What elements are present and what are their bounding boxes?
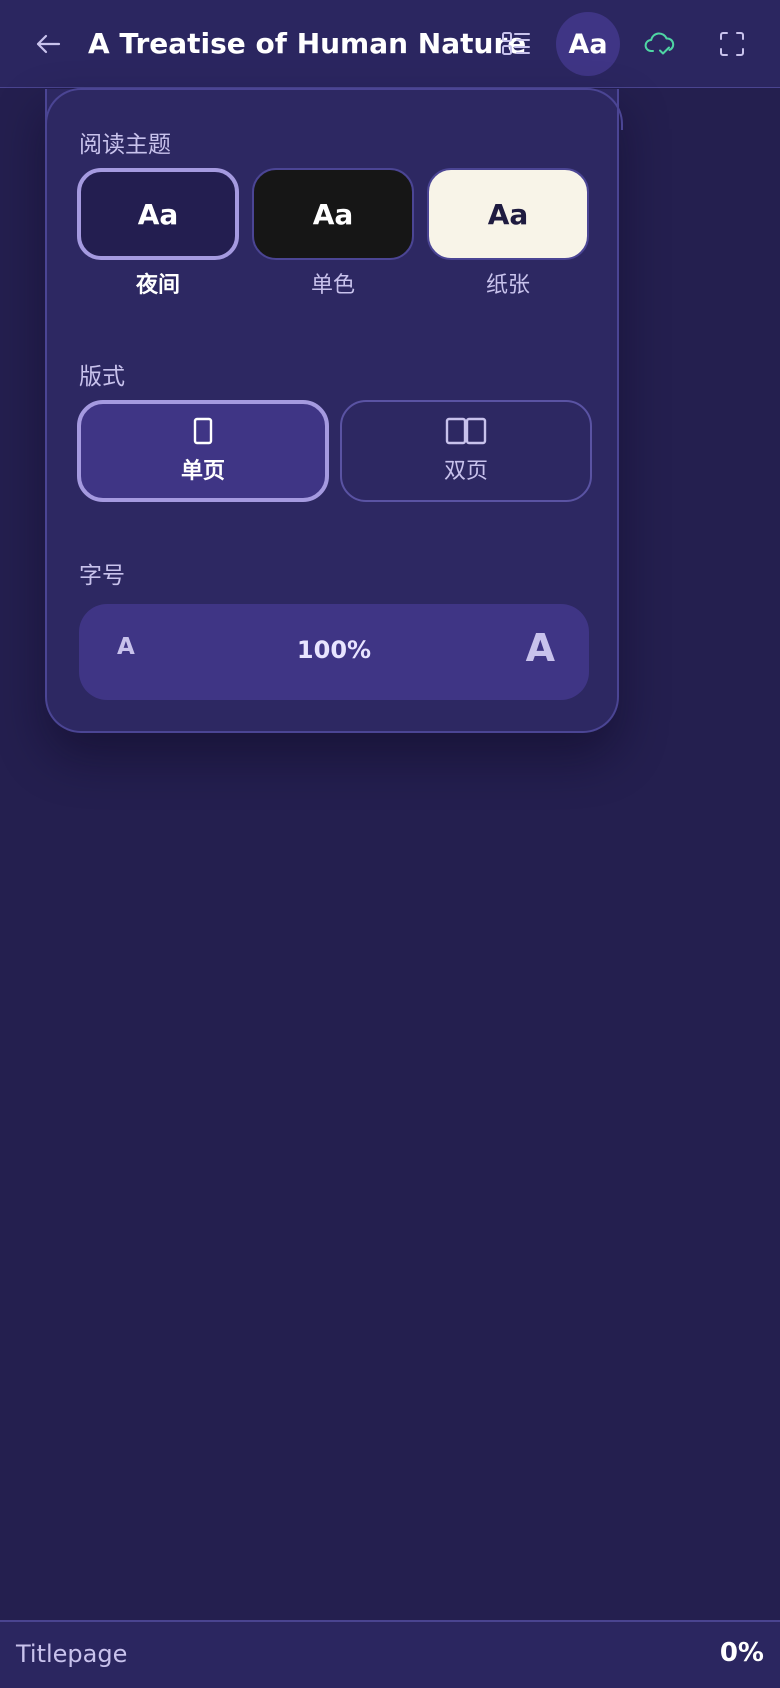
expand-icon [720,32,744,56]
reader-app: A Treatise of Human Nature Aa 阅读主题 Aa Aa [0,0,780,1688]
fullscreen-button[interactable] [700,12,764,76]
single-page-label: 单页 [180,459,225,484]
theme-mono-label: 单色 [310,273,355,298]
theme-night-label: 夜间 [135,273,180,298]
single-page-button[interactable]: 单页 [77,400,329,502]
sync-button[interactable] [628,12,692,76]
list-icon [502,32,530,55]
top-toolbar: A Treatise of Human Nature Aa [0,0,780,88]
bottom-status-bar: Titlepage 0% [0,1620,780,1688]
theme-paper-label: 纸张 [485,273,530,298]
arrow-left-icon [36,34,61,54]
double-page-icon [445,417,487,445]
reading-progress: 0% [719,1638,764,1668]
toc-button[interactable] [484,12,548,76]
font-size-control: A 100% A [79,604,589,700]
font-size-section-label: 字号 [79,563,125,589]
reading-settings-panel: 阅读主题 Aa Aa Aa 夜间 单色 纸张 版式 单页 双页 字号 A 100… [45,88,623,733]
double-page-label: 双页 [443,459,488,484]
double-page-button[interactable]: 双页 [340,400,592,502]
theme-paper-button[interactable]: Aa [427,168,589,260]
cloud-check-icon [644,32,675,55]
book-title: A Treatise of Human Nature [88,27,527,60]
layout-section-label: 版式 [79,364,125,390]
single-page-icon [193,417,213,445]
theme-mono-button[interactable]: Aa [252,168,414,260]
increase-font-button[interactable]: A [526,626,555,670]
font-settings-button[interactable]: Aa [556,12,620,76]
chapter-name: Titlepage [16,1640,128,1668]
font-size-value: 100% [296,636,372,664]
theme-section-label: 阅读主题 [79,132,171,158]
theme-night-button[interactable]: Aa [77,168,239,260]
back-button[interactable] [28,22,68,66]
